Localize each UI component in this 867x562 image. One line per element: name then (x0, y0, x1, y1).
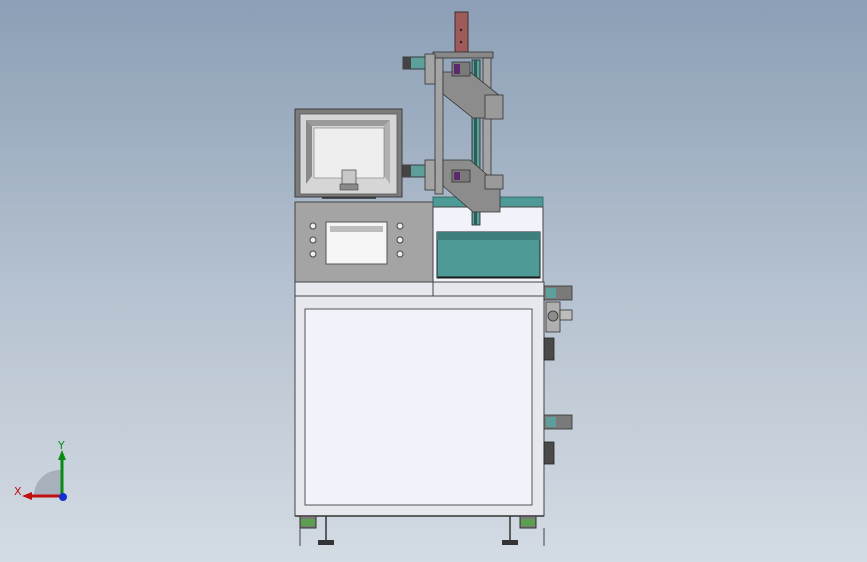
axis-triad-graphic (22, 450, 67, 501)
machine-model[interactable] (0, 0, 867, 562)
y-axis-label: Y (58, 439, 65, 452)
monitor (294, 108, 403, 199)
gantry (432, 11, 504, 226)
axis-triad: Y X (14, 440, 78, 510)
gantry-brackets (402, 53, 436, 191)
cabinet (294, 281, 545, 517)
x-axis-label: X (14, 485, 22, 498)
control-panel (294, 201, 434, 283)
side-pneumatics (543, 285, 573, 465)
casters (299, 515, 545, 546)
cad-viewport[interactable]: Y X (0, 0, 867, 562)
